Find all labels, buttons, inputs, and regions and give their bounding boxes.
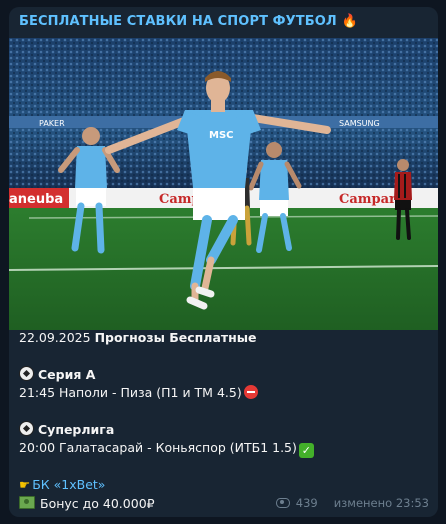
ad-board-4: aneuba <box>9 192 63 207</box>
check-mark-icon: ✓ <box>298 443 314 458</box>
match-text: 20:00 Галатасарай - Коньяспор (ИТБ1 1.5) <box>19 440 297 455</box>
channel-title-text[interactable]: БЕСПЛАТНЫЕ СТАВКИ НА СПОРТ ФУТБОЛ <box>19 14 337 29</box>
league-name: Серия А <box>38 366 96 382</box>
match-text: 21:45 Наполи - Пиза (П1 и ТМ 4.5) <box>19 385 242 400</box>
post-text: 22.09.2025 Прогнозы Бесплатные Серия А 2… <box>19 329 429 513</box>
post-photo[interactable]: PAKER SAMSUNG Campari aneuba Campari MSC <box>9 38 438 330</box>
pointing-hand-icon: ☛ <box>19 477 31 492</box>
ad-board-1: PAKER <box>39 119 65 128</box>
post-heading: Прогнозы Бесплатные <box>94 330 257 345</box>
view-count: 439 <box>295 496 318 510</box>
fire-icon: 🔥 <box>341 14 358 29</box>
soccer-ball-icon <box>19 365 34 381</box>
ad-board-2: SAMSUNG <box>339 119 380 128</box>
money-icon <box>19 495 35 509</box>
shirt-sponsor: MSC <box>209 130 234 141</box>
post-header: 22.09.2025 Прогнозы Бесплатные <box>19 329 429 348</box>
message-footer: 439 изменено 23:53 <box>275 496 429 510</box>
ad-board-5: Campari <box>339 192 401 207</box>
soccer-ball-icon <box>19 420 34 436</box>
league-title: Суперлига <box>19 420 429 440</box>
channel-message: БЕСПЛАТНЫЕ СТАВКИ НА СПОРТ ФУТБОЛ 🔥 PAKE… <box>9 7 438 517</box>
football-photo: PAKER SAMSUNG Campari aneuba Campari MSC <box>9 38 438 330</box>
no-entry-icon <box>243 385 258 399</box>
bonus-text: Бонус до 40.000₽ <box>40 495 155 511</box>
league-title: Серия А <box>19 365 429 385</box>
eye-icon <box>275 498 290 508</box>
league-name: Суперлига <box>38 421 115 437</box>
match-line: 20:00 Галатасарай - Коньяспор (ИТБ1 1.5)… <box>19 439 429 458</box>
channel-title[interactable]: БЕСПЛАТНЫЕ СТАВКИ НА СПОРТ ФУТБОЛ 🔥 <box>19 14 358 29</box>
match-line: 21:45 Наполи - Пиза (П1 и ТМ 4.5) <box>19 384 429 403</box>
bookmaker-link[interactable]: БК «1xBet» <box>32 477 105 492</box>
edited-time: изменено 23:53 <box>333 496 429 510</box>
bookmaker-line: ☛ БК «1xBet» <box>19 476 429 495</box>
post-date: 22.09.2025 <box>19 330 91 345</box>
